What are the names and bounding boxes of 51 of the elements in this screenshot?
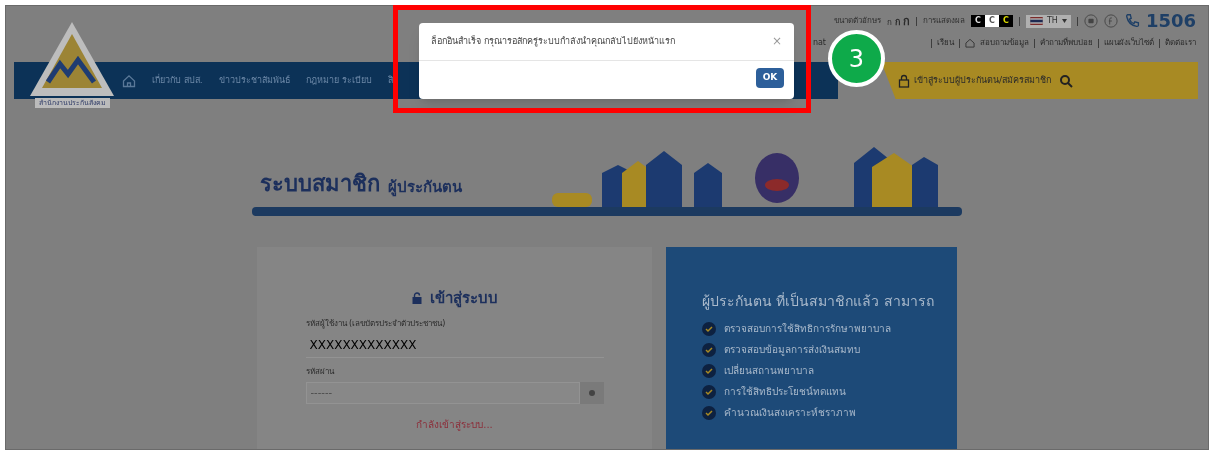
quick-link[interactable]: เรียน <box>937 37 954 49</box>
font-size-option[interactable]: ก <box>895 17 900 27</box>
username-label: รหัสผู้ใช้งาน (เลขบัตรประจำตัวประชาชน) <box>305 317 447 330</box>
house-icon <box>965 38 975 48</box>
login-heading: เข้าสู่ระบบ <box>429 288 498 310</box>
hotline-number: 1506 <box>1145 12 1196 30</box>
eye-icon <box>587 388 596 397</box>
show-password-button[interactable] <box>579 381 604 404</box>
ok-button[interactable]: OK <box>756 68 784 88</box>
nav-link[interactable]: เกี่ยวกับ สปส. <box>152 73 203 88</box>
check-icon <box>702 363 716 378</box>
flag-icon <box>1030 17 1043 25</box>
nav-link[interactable]: กฎหมาย ระเบียบ <box>305 73 372 88</box>
banner-title: ระบบสมาชิก <box>260 173 380 195</box>
quick-link[interactable]: แผนผังเว็บไซต์ <box>1104 37 1154 49</box>
login-status: กำลังเข้าสู่ระบบ... <box>416 417 493 432</box>
facebook-icon[interactable] <box>1103 14 1118 28</box>
dialog-message: ล็อกอินสำเร็จ กรุณารอสักครู่ระบบกำลังนำคุณกลับไปยังหน้าแรก <box>431 35 675 49</box>
benefit-item: ตรวจสอบการใช้สิทธิการรักษาพยาบาล <box>724 322 891 336</box>
nav-link[interactable]: สิ <box>387 73 393 88</box>
quick-link[interactable]: สอบถามข้อมูล <box>980 37 1029 49</box>
benefit-item: ตรวจสอบข้อมูลการส่งเงินสมทบ <box>724 343 860 357</box>
benefit-item: การใช้สิทธิประโยชน์ทดแทน <box>724 385 846 399</box>
check-icon <box>702 405 716 420</box>
benefit-item: เปลี่ยนสถานพยาบาล <box>724 363 814 378</box>
padlock-icon <box>411 292 422 305</box>
check-icon <box>702 321 716 336</box>
close-button[interactable]: × <box>771 35 782 47</box>
quick-link[interactable]: คำถามที่พบบ่อย <box>1040 37 1093 49</box>
check-icon <box>702 384 716 399</box>
benefits-title: ผู้ประกันตน ที่เป็นสมาชิกแล้ว สามารถ <box>702 291 935 312</box>
check-icon <box>702 342 716 357</box>
phone-icon <box>1123 12 1142 30</box>
home-icon[interactable] <box>122 73 136 88</box>
password-field[interactable]: ------ <box>305 381 580 404</box>
caret-icon <box>1061 19 1067 23</box>
password-label: รหัสผ่าน <box>305 365 335 378</box>
quick-link[interactable]: ติดต่อเรา <box>1165 37 1196 49</box>
font-size-option[interactable]: ก <box>903 15 910 27</box>
banner-subtitle: ผู้ประกันตน <box>388 180 462 195</box>
login-nav-link[interactable]: เข้าสู่ระบบผู้ประกันตน/สมัครสมาชิก <box>898 73 1052 88</box>
padlock-icon <box>898 73 910 88</box>
nav-link[interactable]: ข่าวประชาสัมพันธ์ <box>218 73 290 88</box>
benefit-item: คำนวณเงินสงเคราะห์ชราภาพ <box>724 406 856 420</box>
font-size-label: ขนาดตัวอักษร <box>834 17 881 25</box>
quick-link[interactable]: nat <box>812 37 826 49</box>
display-mode-label: การแสดงผล <box>923 17 965 25</box>
language-select[interactable]: TH <box>1026 14 1071 28</box>
search-icon[interactable] <box>1059 73 1074 88</box>
font-size-option[interactable]: ก <box>887 18 892 27</box>
contrast-option[interactable]: C <box>971 15 985 27</box>
